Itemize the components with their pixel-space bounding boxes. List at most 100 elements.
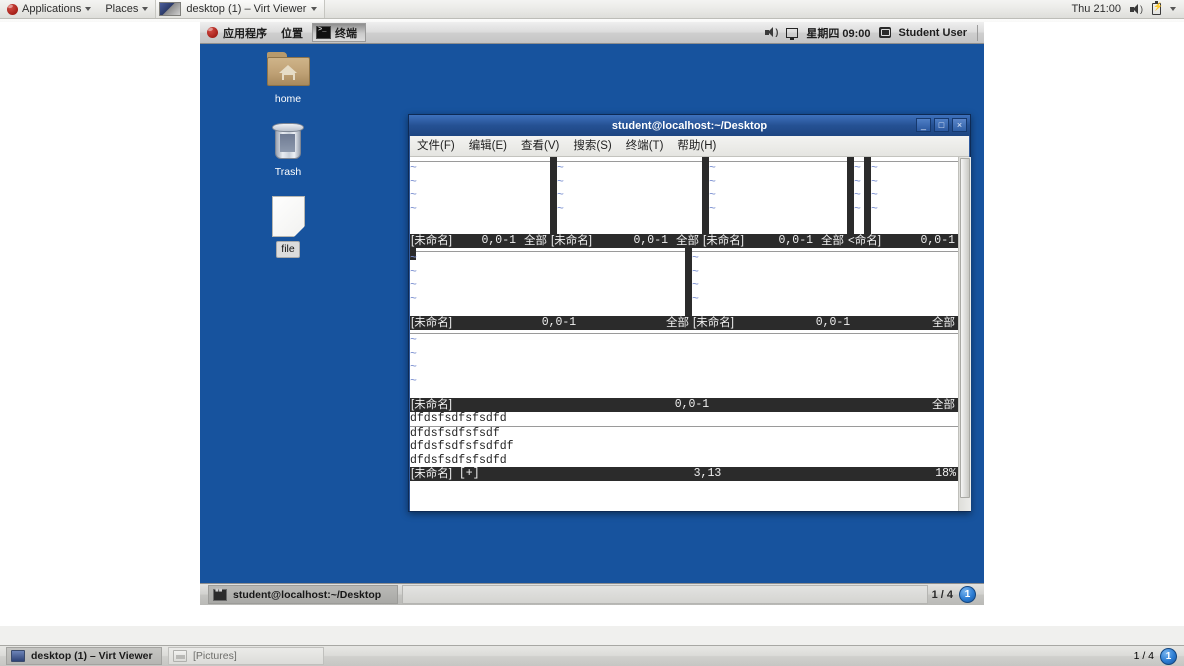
vim-tilde-line: ~ bbox=[871, 202, 878, 216]
vim-status-percent: 全部 bbox=[932, 317, 955, 329]
panel-divider bbox=[977, 24, 978, 41]
vim-status-percent: 全部 bbox=[821, 235, 844, 247]
chevron-down-icon bbox=[311, 7, 318, 11]
guest-applications-menu[interactable]: 应用程序 bbox=[200, 25, 274, 41]
guest-workspace-indicator[interactable]: 1 bbox=[959, 586, 976, 603]
vim-tilde-line: ~ bbox=[410, 175, 417, 189]
vim-vertical-separator bbox=[702, 157, 709, 234]
guest-taskbar-empty-area[interactable] bbox=[402, 585, 928, 604]
vim-pane-9[interactable]: dfdsfsdfsfsdfd dfdsfsdfsfsdf dfdsfsdfsfs… bbox=[410, 412, 958, 467]
terminal-minimize-button[interactable]: _ bbox=[916, 118, 931, 132]
host-workspace-switcher[interactable]: 1 / 4 1 bbox=[1133, 647, 1184, 665]
terminal-window[interactable]: student@localhost:~/Desktop _ □ × 文件(F) … bbox=[408, 114, 971, 512]
host-places-menu[interactable]: Places bbox=[98, 0, 155, 18]
desktop-icon-home[interactable]: home bbox=[240, 52, 336, 107]
vim-tilde-line: ~ bbox=[854, 202, 861, 216]
vim-status-position: 0,0-1 bbox=[633, 234, 668, 247]
vim-tilde-line: ~ bbox=[410, 162, 417, 175]
guest-letterbox-left bbox=[0, 22, 200, 605]
host-workspace-indicator[interactable]: 1 bbox=[1160, 647, 1177, 665]
vim-pane-3[interactable]: ~ ~ ~ ~ bbox=[709, 157, 847, 234]
guest-workspace-switcher[interactable]: 1 / 4 1 bbox=[932, 586, 984, 603]
vim-status-percent: 全部 bbox=[676, 235, 699, 247]
host-top-panel: Applications Places desktop (1) – Virt V… bbox=[0, 0, 1184, 19]
vim-status-modified-flag: [+] bbox=[458, 467, 480, 480]
guest-clock[interactable]: 星期四 09:00 bbox=[806, 25, 870, 41]
redhat-logo-icon bbox=[207, 27, 218, 38]
vim-pane-7[interactable]: ~ ~ ~ ~ bbox=[692, 248, 958, 316]
vim-pane-2[interactable]: ~ ~ ~ ~ bbox=[557, 157, 702, 234]
host-applications-label: Applications bbox=[22, 3, 82, 15]
vim-tilde-line: ~ bbox=[709, 162, 716, 175]
terminal-screen[interactable]: ~ ~ ~ ~ ~ ~ ~ ~ ~ ~ ~ ~ ~ ~ ~ ~ ~ ~ ~ ~ … bbox=[410, 157, 958, 511]
terminal-menu-file[interactable]: 文件(F) bbox=[410, 136, 462, 157]
host-clock[interactable]: Thu 21:00 bbox=[1071, 3, 1121, 15]
terminal-menu-edit[interactable]: 编辑(E) bbox=[462, 136, 514, 157]
terminal-icon bbox=[213, 588, 227, 601]
vim-tilde-line: ~ bbox=[410, 189, 417, 203]
screen-root: Applications Places desktop (1) – Virt V… bbox=[0, 0, 1184, 666]
vim-tilde-line: ~ bbox=[557, 202, 564, 216]
vim-pane-8[interactable]: ~ ~ ~ ~ bbox=[410, 330, 958, 398]
host-window-menu[interactable]: desktop (1) – Virt Viewer bbox=[155, 0, 326, 18]
terminal-menu-help[interactable]: 帮助(H) bbox=[670, 136, 723, 157]
desktop-icon-trash[interactable]: Trash bbox=[240, 123, 336, 180]
vim-tilde-line: ~ bbox=[709, 202, 716, 216]
vim-tilde-line: ~ bbox=[692, 252, 699, 265]
vim-status-percent: 全部 bbox=[932, 399, 955, 411]
terminal-titlebar[interactable]: student@localhost:~/Desktop _ □ × bbox=[409, 115, 970, 136]
file-document-icon bbox=[271, 196, 305, 237]
vim-status-filename: [未命名] bbox=[693, 317, 734, 329]
terminal-menu-search[interactable]: 搜索(S) bbox=[566, 136, 618, 157]
vim-pane-6[interactable]: ~ ~ ~ ~ bbox=[410, 248, 685, 316]
desktop-icon-label: Trash bbox=[274, 166, 302, 178]
vim-vertical-separator bbox=[685, 248, 692, 316]
chevron-down-icon bbox=[142, 7, 149, 11]
speaker-icon[interactable]: ) bbox=[1130, 3, 1143, 15]
host-taskbar-item-virt-viewer[interactable]: desktop (1) – Virt Viewer bbox=[6, 647, 162, 665]
terminal-menu-terminal[interactable]: 终端(T) bbox=[619, 136, 671, 157]
terminal-scrollbar[interactable] bbox=[958, 157, 971, 511]
host-status-area: Thu 21:00 ) bbox=[1071, 1, 1184, 15]
guest-desktop[interactable]: 应用程序 位置 终端 ) 星期四 09:00 Student User bbox=[200, 22, 984, 605]
host-taskbar-item-pictures[interactable]: [Pictures] bbox=[168, 647, 324, 665]
speaker-icon[interactable]: ) bbox=[765, 27, 778, 38]
desktop-icon-list: home Trash file bbox=[240, 52, 336, 274]
terminal-close-button[interactable]: × bbox=[952, 118, 967, 132]
guest-window-list-terminal[interactable]: 终端 bbox=[312, 23, 366, 42]
guest-user-label[interactable]: Student User bbox=[899, 27, 967, 39]
vim-tilde-line: ~ bbox=[410, 252, 417, 265]
vim-status-position: 0,0-1 bbox=[541, 316, 577, 329]
vim-statusline-row-3: [未命名] 0,0-1 全部 bbox=[410, 398, 958, 412]
desktop-icon-file[interactable]: file bbox=[240, 196, 336, 258]
battery-icon[interactable] bbox=[1152, 1, 1163, 15]
chevron-down-icon[interactable] bbox=[1170, 7, 1176, 11]
guest-status-area: ) 星期四 09:00 Student User bbox=[765, 24, 984, 41]
vim-tilde-line: ~ bbox=[692, 292, 699, 306]
vim-pane-1[interactable]: ~ ~ ~ ~ bbox=[410, 157, 550, 234]
vim-status-position: 0,0-1 bbox=[920, 234, 955, 247]
terminal-icon bbox=[316, 26, 331, 39]
vim-vertical-separator bbox=[847, 157, 854, 234]
vim-tilde-line: ~ bbox=[557, 175, 564, 189]
vim-split-row-2: ~ ~ ~ ~ ~ ~ ~ ~ bbox=[410, 248, 958, 316]
vim-pane-5[interactable]: ~ ~ ~ ~ bbox=[871, 157, 958, 234]
vim-status-position: 0,0-1 bbox=[778, 234, 813, 247]
guest-places-menu[interactable]: 位置 bbox=[274, 25, 310, 41]
home-folder-icon bbox=[266, 52, 310, 88]
terminal-maximize-button[interactable]: □ bbox=[934, 118, 949, 132]
guest-window-list-label: 终端 bbox=[335, 27, 357, 40]
vim-tilde-line: ~ bbox=[410, 279, 417, 293]
monitor-icon[interactable] bbox=[786, 27, 799, 40]
vim-text-line: dfdsfsdfsfsdfd bbox=[410, 412, 507, 425]
guest-bottom-panel: student@localhost:~/Desktop 1 / 4 1 bbox=[200, 583, 984, 605]
vim-tilde-line: ~ bbox=[709, 189, 716, 203]
vim-status-percent: 全部 bbox=[524, 235, 547, 247]
host-applications-menu[interactable]: Applications bbox=[0, 0, 98, 18]
terminal-menu-view[interactable]: 查看(V) bbox=[514, 136, 566, 157]
vim-pane-4[interactable]: ~ ~ ~ ~ bbox=[854, 157, 864, 234]
guest-applications-label: 应用程序 bbox=[223, 27, 267, 40]
guest-taskbar-item-terminal[interactable]: student@localhost:~/Desktop bbox=[208, 585, 398, 604]
host-workspace-count: 1 / 4 bbox=[1133, 650, 1154, 662]
terminal-scrollbar-thumb[interactable] bbox=[960, 158, 970, 498]
